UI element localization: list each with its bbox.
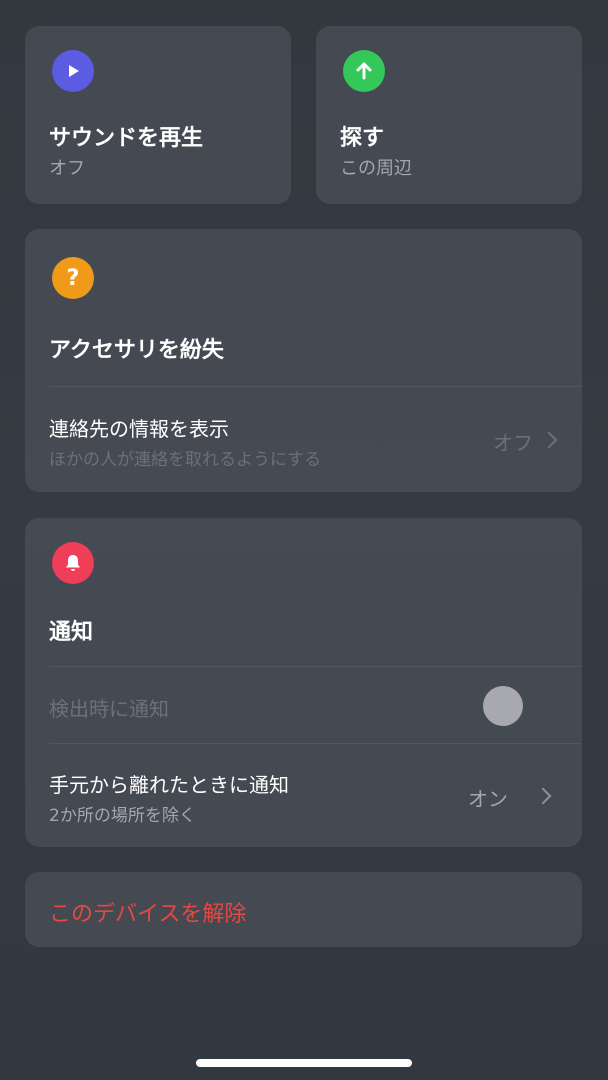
chevron-right-icon (540, 431, 558, 449)
bell-icon (52, 542, 94, 584)
lost-accessory-card: ? アクセサリを紛失 連絡先の情報を表示 ほかの人が連絡を取れるようにする オフ (25, 229, 582, 492)
chevron-right-icon (534, 787, 552, 805)
notify-when-left-behind-row[interactable]: 手元から離れたときに通知 2か所の場所を除く オン (25, 744, 582, 847)
remove-device-button[interactable]: このデバイスを解除 (25, 872, 582, 947)
question-icon: ? (52, 257, 94, 299)
play-sound-card[interactable]: サウンドを再生 オフ (25, 26, 291, 204)
notify-when-found-row: 検出時に通知 (25, 667, 582, 743)
lost-accessory-title: アクセサリを紛失 (49, 338, 224, 363)
notify-when-found-toggle[interactable] (483, 686, 523, 726)
remove-device-label: このデバイスを解除 (49, 902, 247, 927)
find-status: この周辺 (340, 158, 412, 179)
home-indicator[interactable] (196, 1059, 412, 1067)
play-sound-title: サウンドを再生 (49, 126, 204, 151)
notifications-card: 通知 検出時に通知 手元から離れたときに通知 2か所の場所を除く オン (25, 518, 582, 847)
play-icon (52, 50, 94, 92)
arrow-up-icon (343, 50, 385, 92)
contact-info-label: 連絡先の情報を表示 (49, 417, 229, 441)
contact-info-row[interactable]: 連絡先の情報を表示 ほかの人が連絡を取れるようにする オフ (25, 387, 582, 492)
notify-when-left-behind-description: 2か所の場所を除く (49, 806, 196, 826)
notify-when-left-behind-label: 手元から離れたときに通知 (49, 773, 289, 797)
notify-when-found-label: 検出時に通知 (49, 697, 169, 721)
contact-info-value: オフ (493, 431, 533, 455)
contact-info-description: ほかの人が連絡を取れるようにする (49, 450, 322, 470)
find-title: 探す (340, 126, 385, 151)
notifications-title: 通知 (49, 620, 94, 645)
notify-when-left-behind-value: オン (468, 787, 508, 811)
play-sound-status: オフ (49, 158, 85, 179)
find-card[interactable]: 探す この周辺 (316, 26, 582, 204)
